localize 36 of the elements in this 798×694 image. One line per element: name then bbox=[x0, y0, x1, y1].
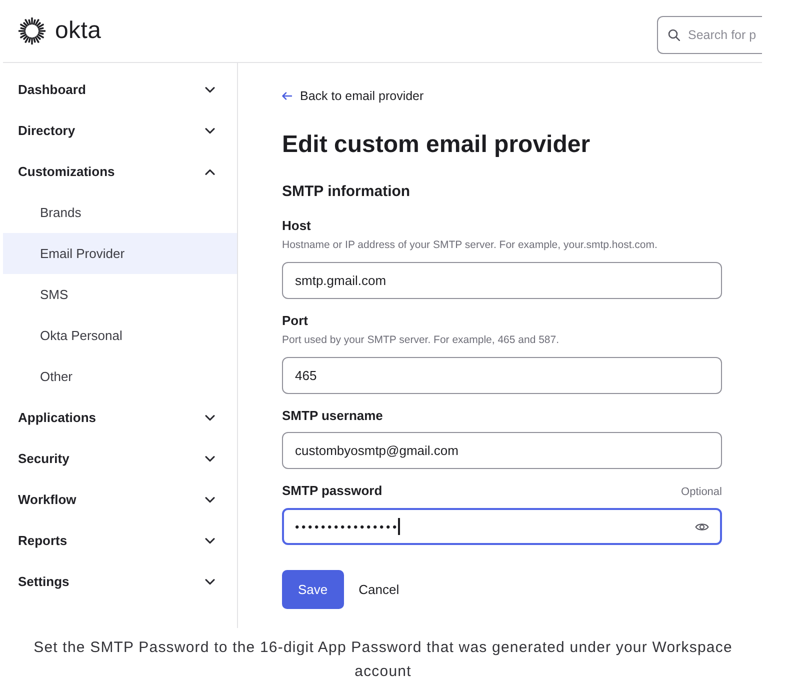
section-title: SMTP information bbox=[282, 182, 412, 202]
sidebar-subitem[interactable]: Brands bbox=[3, 192, 237, 233]
arrow-left-icon bbox=[282, 92, 292, 100]
search-icon bbox=[668, 29, 680, 41]
logo-text: okta bbox=[55, 17, 102, 45]
text-field[interactable]: 465 bbox=[282, 357, 722, 394]
text-field[interactable]: smtp.gmail.com bbox=[282, 262, 722, 299]
sidebar-item[interactable]: Directory bbox=[3, 110, 237, 151]
field-hint: Port used by your SMTP server. For example, 465 and 587. bbox=[282, 333, 560, 347]
page-title: Edit custom email provider bbox=[282, 130, 592, 160]
field-label: Host bbox=[282, 217, 311, 235]
sidebar-subitem[interactable]: SMS bbox=[3, 274, 237, 315]
text-cursor-icon bbox=[398, 518, 400, 535]
field-hint: Hostname or IP address of your SMTP server. For example, your.smtp.host.com. bbox=[282, 238, 658, 252]
sidebar-item[interactable]: Applications bbox=[3, 397, 237, 438]
sidebar-subitem[interactable]: Other bbox=[3, 356, 237, 397]
field-label: SMTP username bbox=[282, 407, 383, 425]
eye-icon[interactable] bbox=[695, 522, 709, 532]
save-button[interactable]: Save bbox=[282, 570, 344, 609]
sidebar-item[interactable]: Security bbox=[3, 438, 237, 479]
sidebar-item[interactable]: Settings bbox=[3, 561, 237, 602]
password-field[interactable]: •••••••••••••••• bbox=[282, 508, 722, 545]
cancel-button[interactable]: Cancel bbox=[348, 570, 410, 609]
optional-label: Optional bbox=[681, 485, 722, 500]
sidebar-subitem[interactable]: Okta Personal bbox=[3, 315, 237, 356]
field-label: SMTP password bbox=[282, 482, 382, 500]
text-field[interactable]: custombyosmtp@gmail.com bbox=[282, 432, 722, 469]
sidebar-item[interactable]: Reports bbox=[3, 520, 237, 561]
caption-text: Set the SMTP Password to the 16-digit App Password that was generated under your Workspace account bbox=[32, 638, 734, 682]
sidebar-item[interactable]: Customizations bbox=[3, 151, 237, 192]
sidebar-item[interactable]: Workflow bbox=[3, 479, 237, 520]
back-link[interactable]: Back to email provider bbox=[282, 88, 424, 104]
sunburst-icon bbox=[18, 17, 46, 45]
sidebar-item[interactable]: Dashboard bbox=[3, 69, 237, 110]
field-label: Port bbox=[282, 312, 308, 330]
sidebar-subitem[interactable]: Email Provider bbox=[3, 233, 237, 274]
